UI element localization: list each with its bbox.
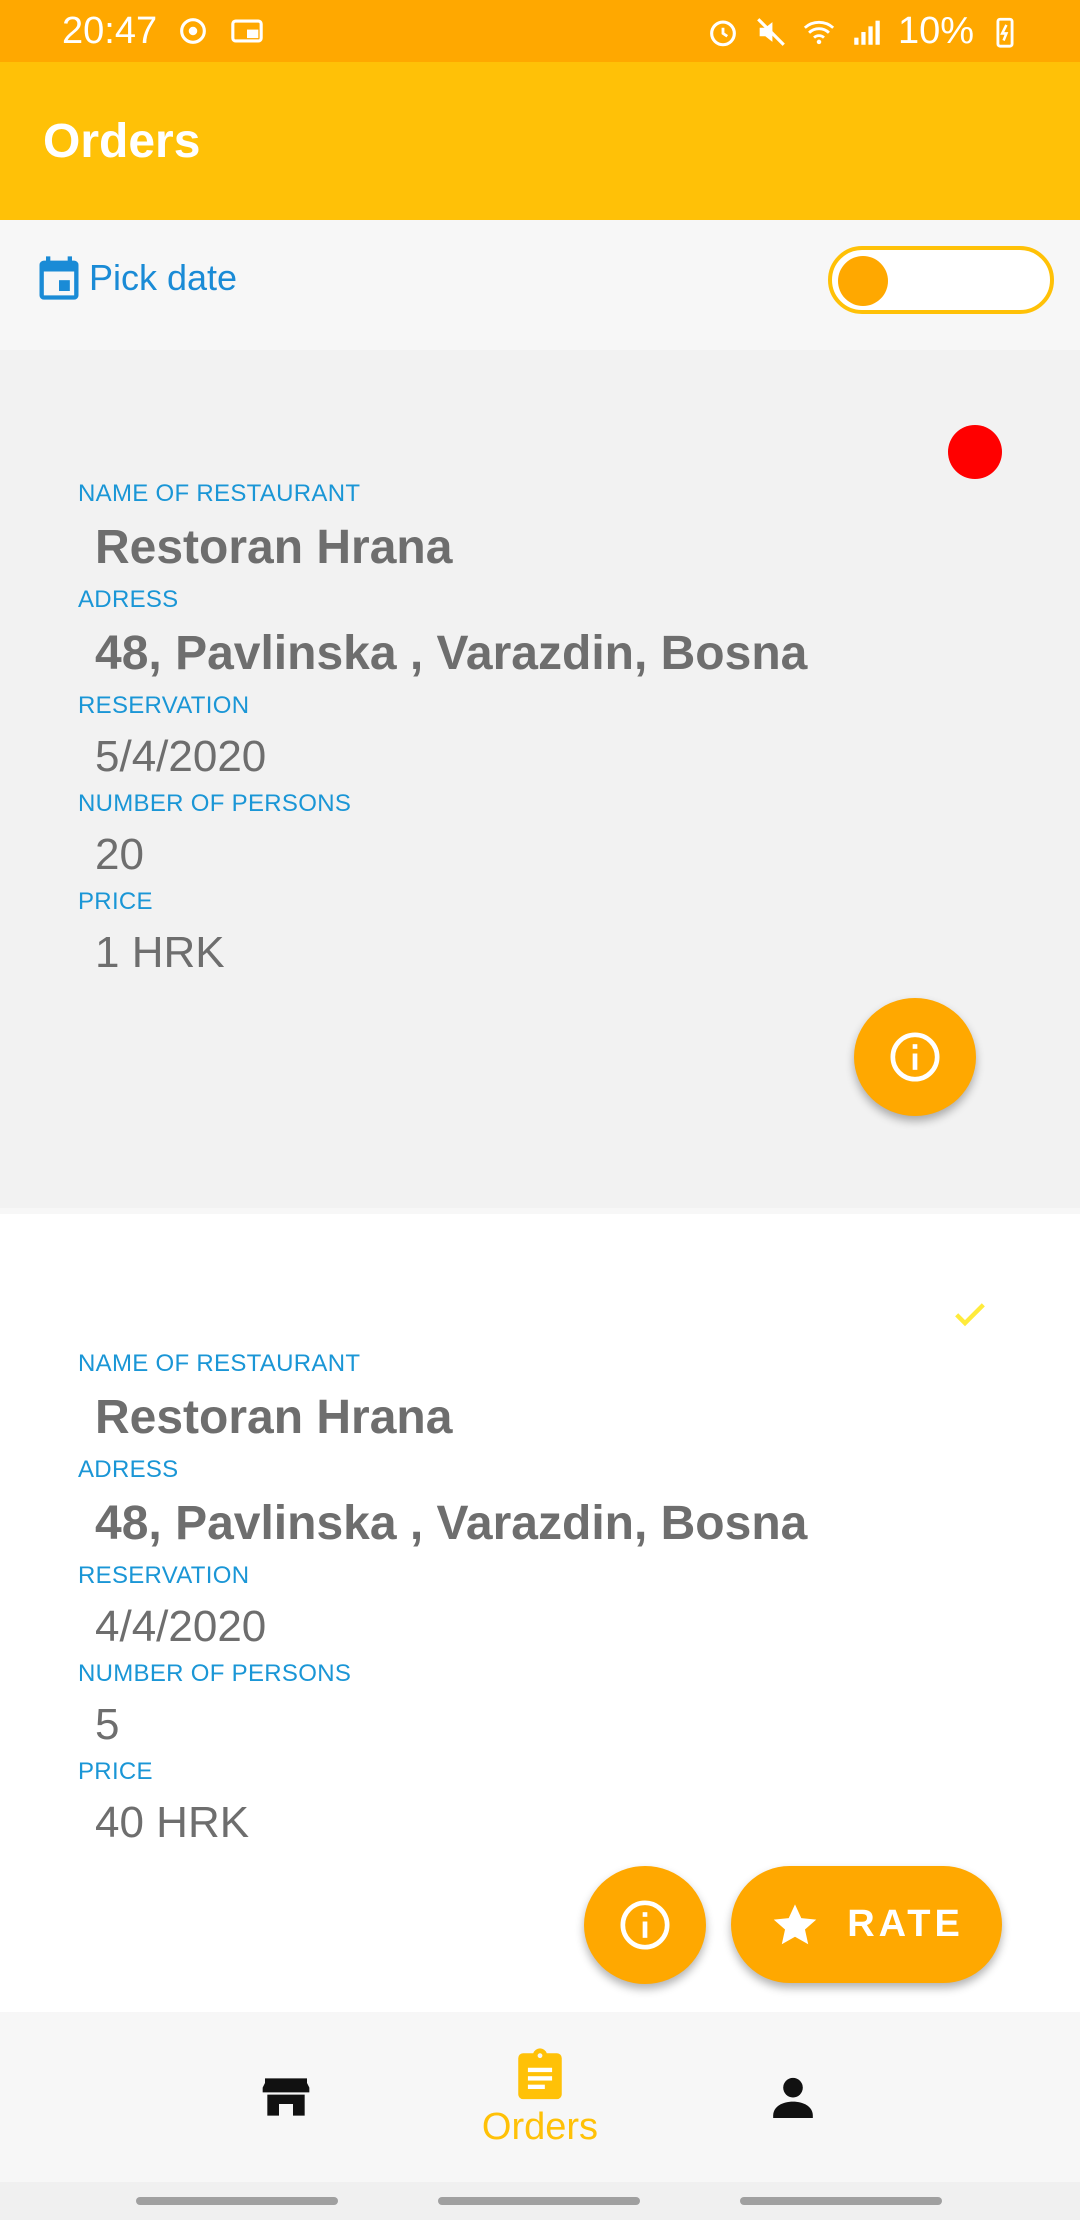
persons-label: NUMBER OF PERSONS xyxy=(78,790,352,817)
bottom-nav: Orders xyxy=(0,2012,1080,2182)
status-time: 20:47 xyxy=(62,10,158,52)
persons-value: 5 xyxy=(95,1700,120,1749)
mute-icon xyxy=(757,17,785,46)
price-label: PRICE xyxy=(78,888,153,915)
screen-cast-icon xyxy=(231,19,263,43)
info-button[interactable] xyxy=(854,998,976,1116)
pick-date-button[interactable]: Pick date xyxy=(33,250,237,306)
price-value: 40 HRK xyxy=(95,1798,250,1847)
gesture-handle[interactable] xyxy=(438,2197,640,2205)
info-icon xyxy=(890,1032,940,1082)
address-value: 48, Pavlinska , Varazdin, Bosna xyxy=(95,627,808,680)
rate-button[interactable]: RATE xyxy=(731,1866,1002,1983)
page-title: Orders xyxy=(43,115,201,168)
calendar-icon xyxy=(39,256,79,300)
address-value: 48, Pavlinska , Varazdin, Bosna xyxy=(95,1497,808,1550)
restaurant-name-label: NAME OF RESTAURANT xyxy=(78,480,361,507)
gesture-handle[interactable] xyxy=(136,2197,338,2205)
restaurant-name: Restoran Hrana xyxy=(95,521,453,574)
status-dot-icon xyxy=(948,425,1002,479)
gesture-handle[interactable] xyxy=(740,2197,942,2205)
check-icon xyxy=(955,1303,985,1327)
nav-item-orders[interactable]: Orders xyxy=(440,2012,640,2182)
sync-icon xyxy=(180,18,206,44)
address-label: ADRESS xyxy=(78,1456,179,1483)
wifi-icon xyxy=(803,20,835,44)
persons-label: NUMBER OF PERSONS xyxy=(78,1660,352,1687)
nav-label-orders: Orders xyxy=(481,2105,599,2148)
pick-date-label: Pick date xyxy=(89,257,238,298)
battery-charging-icon xyxy=(996,17,1014,48)
persons-value: 20 xyxy=(95,830,144,879)
clipboard-icon xyxy=(518,2047,562,2099)
reservation-label: RESERVATION xyxy=(78,1562,250,1589)
reservation-value: 5/4/2020 xyxy=(95,732,267,781)
store-icon xyxy=(262,2078,310,2116)
nav-item-profile[interactable] xyxy=(693,2012,893,2182)
info-button[interactable] xyxy=(584,1866,706,1984)
restaurant-name-label: NAME OF RESTAURANT xyxy=(78,1350,361,1377)
restaurant-name: Restoran Hrana xyxy=(95,1391,453,1444)
address-label: ADRESS xyxy=(78,586,179,613)
signal-icon xyxy=(854,20,880,45)
app-bar: Orders xyxy=(0,62,1080,220)
reservation-label: RESERVATION xyxy=(78,692,250,719)
price-label: PRICE xyxy=(78,1758,153,1785)
price-value: 1 HRK xyxy=(95,928,225,977)
person-icon xyxy=(773,2077,813,2118)
filter-row: Pick date xyxy=(0,220,1080,350)
status-right: 10% xyxy=(706,10,1022,53)
nav-item-store[interactable] xyxy=(186,2012,386,2182)
info-icon xyxy=(620,1900,670,1950)
toggle-knob xyxy=(838,256,888,306)
filter-toggle[interactable] xyxy=(828,246,1054,314)
status-left-icons xyxy=(176,14,264,48)
gesture-bar xyxy=(0,2182,1080,2220)
alarm-icon xyxy=(710,20,736,46)
rate-label: RATE xyxy=(847,1903,964,1945)
star-icon xyxy=(773,1903,817,1944)
reservation-value: 4/4/2020 xyxy=(95,1602,267,1651)
battery-percent: 10% xyxy=(897,10,974,52)
order-card: NAME OF RESTAURANT Restoran Hrana ADRESS… xyxy=(0,350,1080,1208)
status-bar: 20:47 10% xyxy=(0,0,1080,62)
